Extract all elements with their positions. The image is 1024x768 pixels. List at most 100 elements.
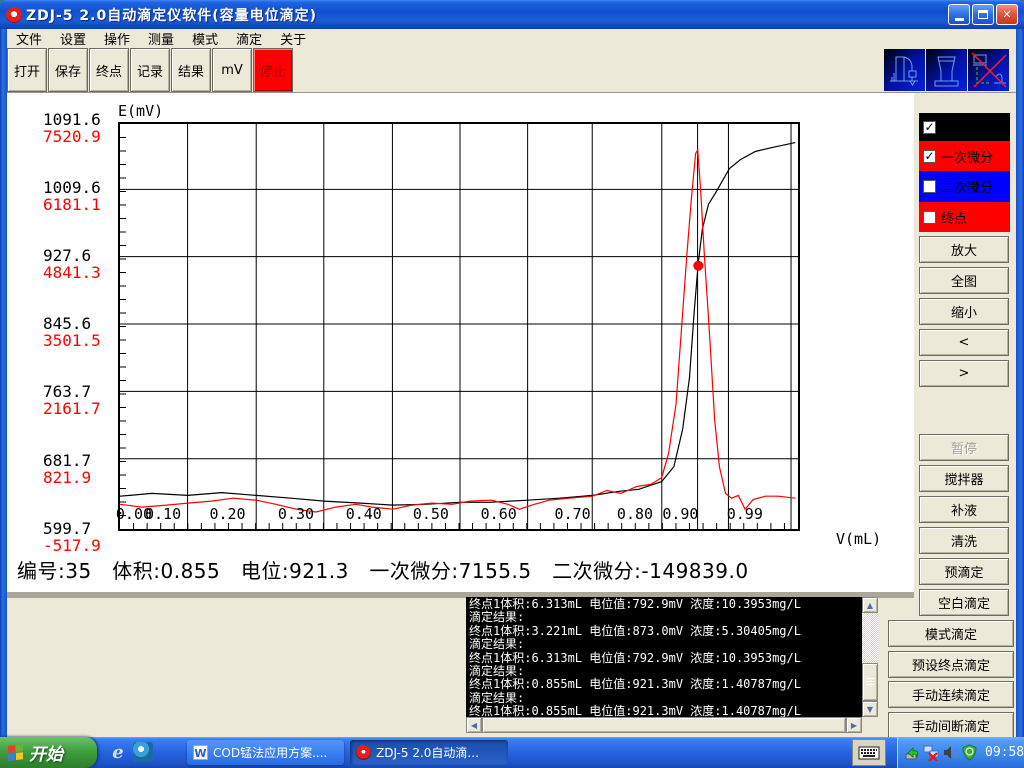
word-document-icon: W bbox=[193, 745, 208, 760]
toolbar-button-7[interactable]: 停止 bbox=[253, 48, 293, 92]
clock: 09:58 bbox=[985, 745, 1024, 760]
taskbar: 开始 e WCOD锰法应用方案....ZDJ-5 2.0自动滴... 0 bbox=[0, 737, 1024, 768]
toolbar: 打开保存终点记录结果mV停止 bbox=[7, 47, 1016, 93]
toolbar-button-6[interactable]: mV bbox=[212, 48, 252, 92]
network-error-icon[interactable] bbox=[923, 744, 940, 761]
legend-item-4: 终点 bbox=[919, 202, 1010, 232]
derivative-tick-label: 821.9 bbox=[43, 469, 123, 486]
derivative-tick-label: 2161.7 bbox=[43, 400, 123, 417]
mode-button-4[interactable]: 手动间断滴定 bbox=[888, 712, 1014, 739]
action-button-2[interactable]: 搅拌器 bbox=[919, 465, 1009, 492]
language-keyboard-icon bbox=[858, 745, 880, 760]
minimize-icon bbox=[955, 18, 964, 21]
current-point-marker bbox=[693, 261, 703, 271]
view-button-4[interactable]: < bbox=[919, 329, 1009, 356]
e-tick-label: 681.7 bbox=[43, 452, 123, 469]
action-button-5[interactable]: 预滴定 bbox=[919, 558, 1009, 585]
console-line: 终点1体积:6.313mL 电位值:792.9mV 浓度:10.3953mg/L bbox=[469, 598, 862, 611]
toolbar-button-2[interactable]: 保存 bbox=[48, 48, 88, 92]
legend-checkbox-2[interactable]: ✓ bbox=[923, 150, 936, 163]
minimize-button[interactable] bbox=[948, 4, 970, 25]
toolbar-graphics bbox=[884, 49, 1009, 91]
legend-item-3: 二次微分 bbox=[919, 171, 1010, 202]
task-label: ZDJ-5 2.0自动滴... bbox=[376, 744, 479, 761]
legend-label: 二次微分 bbox=[941, 177, 993, 196]
x-tick-label: 0.90 bbox=[662, 505, 698, 523]
window-title: ZDJ-5 2.0自动滴定仪软件(容量电位滴定) bbox=[26, 5, 317, 25]
y-tick-pair: 927.64841.3 bbox=[43, 247, 123, 281]
menu-item-7[interactable]: 关于 bbox=[271, 29, 315, 48]
task-button-1[interactable]: WCOD锰法应用方案.... bbox=[187, 740, 344, 765]
window-border-right bbox=[1016, 29, 1024, 737]
derivative-tick-label: 4841.3 bbox=[43, 264, 123, 281]
e-tick-label: 845.6 bbox=[43, 315, 123, 332]
e-tick-label: 1091.6 bbox=[43, 111, 123, 128]
status-readout: 编号:35 体积:0.855 电位:921.3 一次微分:7155.5 二次微分… bbox=[17, 555, 749, 584]
derivative-tick-label: 7520.9 bbox=[43, 128, 123, 145]
action-button-6[interactable]: 空白滴定 bbox=[919, 589, 1009, 616]
y-tick-pair: 1091.67520.9 bbox=[43, 111, 123, 145]
security-shield-icon[interactable] bbox=[961, 744, 978, 761]
x-tick-label: 0.50 bbox=[413, 505, 449, 523]
y-tick-pair: 845.63501.5 bbox=[43, 315, 123, 349]
menu-item-4[interactable]: 测量 bbox=[139, 29, 183, 48]
task-button-2[interactable]: ZDJ-5 2.0自动滴... bbox=[350, 740, 508, 765]
e-tick-label: 599.7 bbox=[43, 520, 123, 537]
scroll-up-button[interactable]: ▲ bbox=[862, 597, 878, 613]
x-tick-label: 0.99 bbox=[727, 505, 763, 523]
titration-curves bbox=[120, 124, 798, 529]
ie-icon[interactable]: e bbox=[108, 742, 128, 762]
console-line: 终点1体积:0.855mL 电位值:921.3mV 浓度:1.40787mg/L bbox=[469, 678, 862, 691]
toolbar-button-4[interactable]: 记录 bbox=[130, 48, 170, 92]
menu-bar: 文件设置操作测量模式滴定关于 bbox=[7, 29, 1016, 47]
app-logo-icon bbox=[6, 7, 22, 23]
view-button-2[interactable]: 全图 bbox=[919, 267, 1009, 294]
y-tick-pair: 681.7821.9 bbox=[43, 452, 123, 486]
mode-button-2[interactable]: 预设终点滴定 bbox=[888, 651, 1014, 678]
action-button-3[interactable]: 补液 bbox=[919, 496, 1009, 523]
x-tick-label: 0.20 bbox=[209, 505, 245, 523]
menu-item-6[interactable]: 滴定 bbox=[227, 29, 271, 48]
view-button-3[interactable]: 缩小 bbox=[919, 298, 1009, 325]
legend-checkbox-4[interactable] bbox=[923, 211, 936, 224]
start-button[interactable]: 开始 bbox=[0, 737, 97, 768]
maximize-icon bbox=[978, 10, 988, 19]
x-tick-label: 0.60 bbox=[481, 505, 517, 523]
action-button-4[interactable]: 清洗 bbox=[919, 527, 1009, 554]
x-tick-label: 0.40 bbox=[346, 505, 382, 523]
language-bar[interactable] bbox=[852, 739, 886, 766]
horizontal-scroll-thumb[interactable] bbox=[482, 717, 846, 733]
menu-item-2[interactable]: 设置 bbox=[51, 29, 95, 48]
legend-checkbox-1[interactable]: ✓ bbox=[923, 121, 936, 134]
menu-item-3[interactable]: 操作 bbox=[95, 29, 139, 48]
toolbar-button-3[interactable]: 终点 bbox=[89, 48, 129, 92]
close-button[interactable]: ✕ bbox=[996, 4, 1018, 25]
results-console[interactable]: 终点1体积:6.313mL 电位值:792.9mV 浓度:10.3953mg/L… bbox=[466, 597, 862, 717]
quick-launch-icon-2[interactable] bbox=[133, 742, 153, 762]
mode-button-3[interactable]: 手动连续滴定 bbox=[888, 681, 1014, 708]
legend-item-1: ✓ bbox=[919, 113, 1010, 141]
volume-icon[interactable] bbox=[942, 744, 959, 761]
maximize-button[interactable] bbox=[972, 4, 994, 25]
start-label: 开始 bbox=[29, 740, 63, 765]
legend-item-2: ✓一次微分 bbox=[919, 141, 1010, 171]
system-tray: 09:58 bbox=[897, 737, 1024, 768]
vertical-scroll-thumb[interactable] bbox=[862, 663, 878, 701]
view-button-5[interactable]: > bbox=[919, 360, 1009, 387]
title-bar: ZDJ-5 2.0自动滴定仪软件(容量电位滴定) ✕ bbox=[0, 0, 1024, 29]
legend-label: 终点 bbox=[941, 208, 967, 227]
legend-checkbox-3[interactable] bbox=[923, 180, 936, 193]
toolbar-button-1[interactable]: 打开 bbox=[7, 48, 47, 92]
scroll-down-button[interactable]: ▼ bbox=[862, 701, 878, 717]
measurement-off-icon bbox=[968, 49, 1009, 91]
toolbar-button-5[interactable]: 结果 bbox=[171, 48, 211, 92]
menu-item-1[interactable]: 文件 bbox=[7, 29, 51, 48]
removable-device-icon[interactable] bbox=[904, 744, 921, 761]
menu-item-5[interactable]: 模式 bbox=[183, 29, 227, 48]
mode-button-1[interactable]: 模式滴定 bbox=[888, 620, 1014, 647]
e-tick-label: 763.7 bbox=[43, 383, 123, 400]
view-button-1[interactable]: 放大 bbox=[919, 236, 1009, 263]
scroll-left-button[interactable]: ◀ bbox=[466, 717, 482, 733]
scroll-right-button[interactable]: ▶ bbox=[846, 717, 862, 733]
e-tick-label: 927.6 bbox=[43, 247, 123, 264]
